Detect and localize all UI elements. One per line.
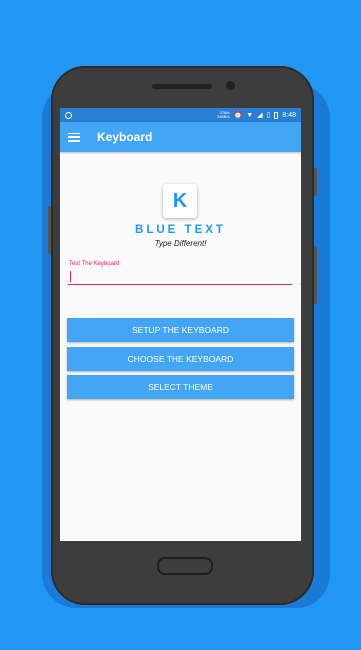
test-keyboard-input[interactable] [68,269,292,285]
earpiece-speaker [152,84,212,89]
alarm-icon: ⏰ [233,111,243,119]
choose-keyboard-button[interactable]: CHOOSE THE KEYBOARD [67,347,294,371]
status-time: 8:48 [282,111,296,119]
setup-keyboard-button[interactable]: SETUP THE KEYBOARD [67,318,294,342]
brand-name: BLUE TEXT [135,224,226,236]
test-keyboard-label: Test The Keyboard [69,261,120,267]
front-camera [226,81,235,90]
wifi-icon: ▼ [246,111,254,119]
app-bar: Keyboard [60,122,301,152]
net-download-speed: 288B/s [217,114,230,119]
app-logo: K [163,184,197,218]
battery-icon [274,111,279,119]
notification-icon [65,111,72,119]
page-title: Keyboard [97,130,153,144]
logo-letter: K [172,189,188,212]
no-sim-icon: ▯ [266,111,271,119]
signal-icon: ◢ [257,111,263,119]
text-caret [70,271,71,282]
status-bar: 378/s 288B/s ⏰ ▼ ◢ ▯ 8:48 [60,108,301,122]
brand-tagline: Type Different! [154,239,207,248]
network-speed: 378/s 288B/s [217,111,229,119]
phone-screen: 378/s 288B/s ⏰ ▼ ◢ ▯ 8:48 Keyboard K BLU… [60,108,301,541]
hamburger-menu-icon[interactable] [68,132,80,142]
home-button[interactable] [157,557,213,575]
select-theme-button[interactable]: SELECT THEME [67,375,294,399]
